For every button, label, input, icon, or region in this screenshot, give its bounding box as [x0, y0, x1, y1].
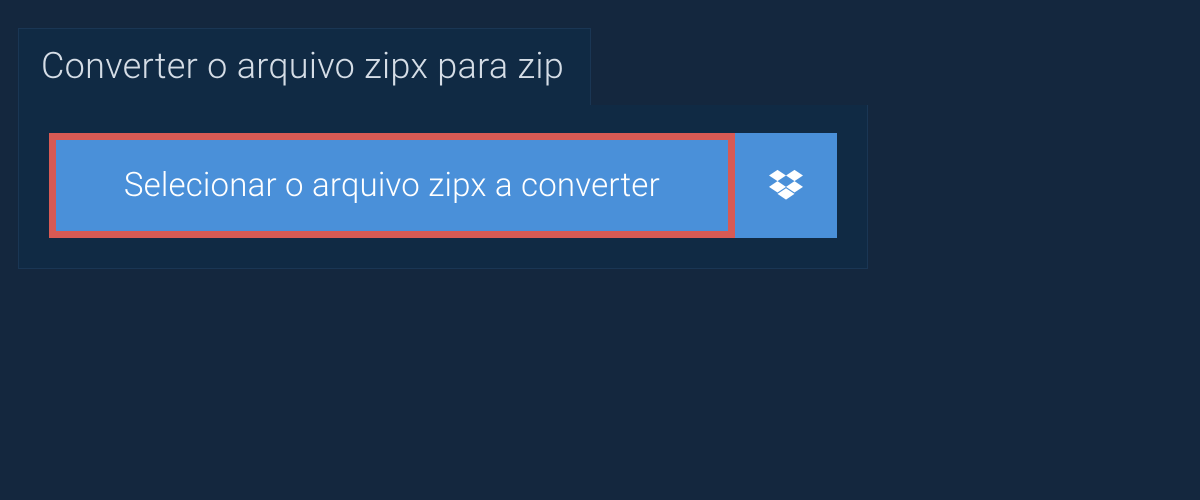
conversion-panel: Selecionar o arquivo zipx a converter	[18, 105, 868, 269]
tab-convert[interactable]: Converter o arquivo zipx para zip	[18, 28, 591, 105]
button-row: Selecionar o arquivo zipx a converter	[49, 133, 837, 238]
dropbox-button[interactable]	[735, 133, 837, 238]
dropbox-icon	[769, 167, 803, 205]
select-file-button[interactable]: Selecionar o arquivo zipx a converter	[49, 133, 735, 238]
tab-container: Converter o arquivo zipx para zip	[0, 0, 1200, 105]
select-file-label: Selecionar o arquivo zipx a converter	[124, 166, 660, 205]
tab-title: Converter o arquivo zipx para zip	[41, 45, 564, 87]
